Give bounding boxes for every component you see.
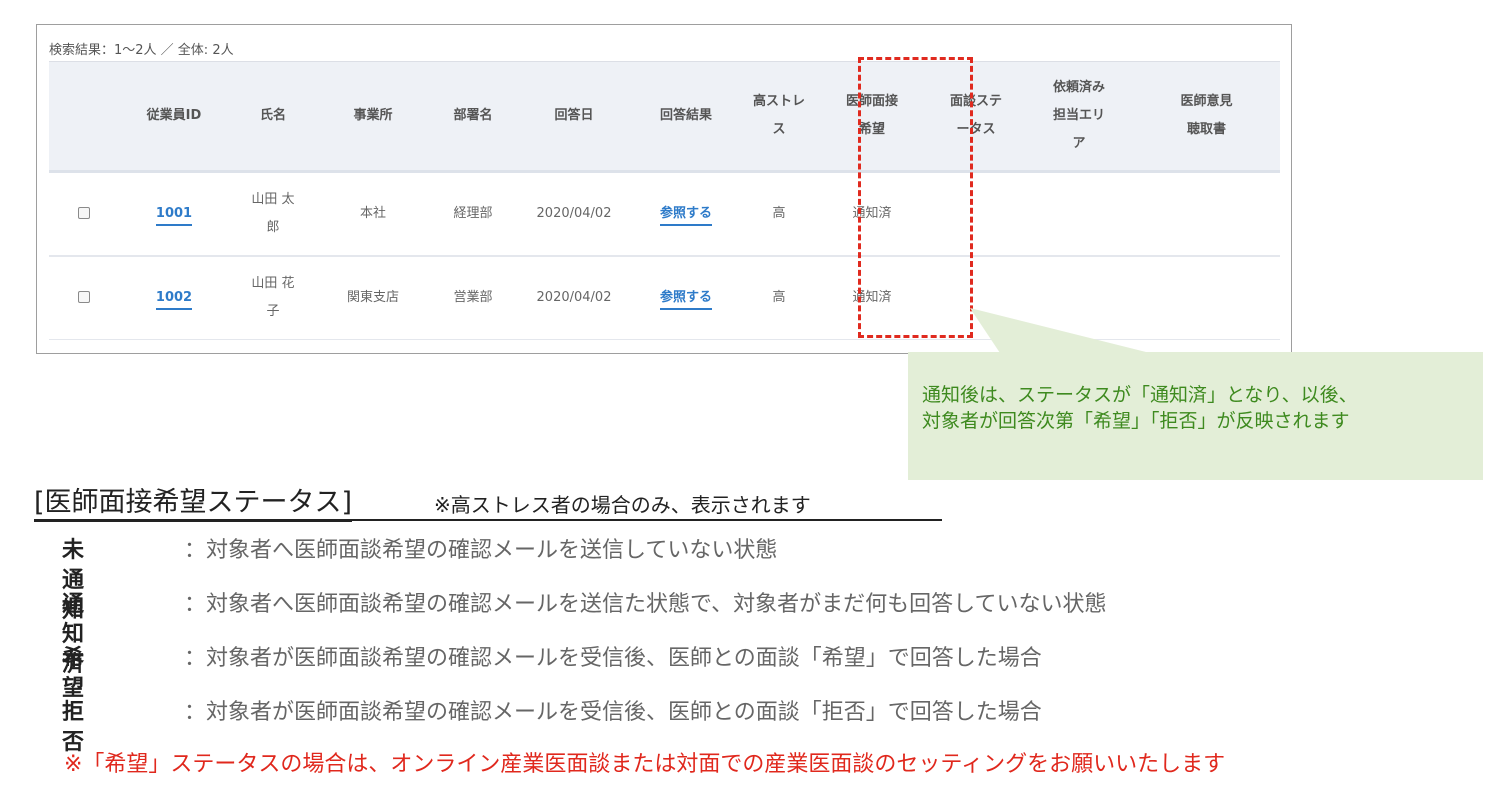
doctor-interview-column-highlight — [858, 57, 973, 338]
view-answer-link[interactable]: 参照する — [659, 204, 712, 226]
col-header-office[interactable]: 事業所 — [317, 61, 429, 173]
doctor-opinion-cell — [1133, 171, 1280, 257]
assigned-area-cell — [1025, 255, 1133, 340]
employee-id-link[interactable]: 1001 — [155, 204, 193, 226]
col-header-answer-result[interactable]: 回答結果 — [631, 61, 741, 173]
status-description: ：対象者へ医師面談希望の確認メールを送信た状態で、対象者がまだ何も回答していない… — [184, 592, 1107, 617]
status-term: 拒否 — [62, 700, 85, 755]
answer-date-cell: 2020/04/02 — [517, 171, 631, 257]
col-header-checkbox — [49, 61, 119, 173]
row-checkbox[interactable] — [78, 207, 90, 220]
view-answer-link[interactable]: 参照する — [659, 288, 712, 310]
row-checkbox[interactable] — [78, 291, 90, 304]
callout-line-2: 対象者が回答次第「希望」「拒否」が反映されます — [922, 410, 1350, 432]
office-cell: 関東支店 — [317, 255, 429, 340]
legend-underline — [34, 519, 942, 521]
employee-table: 従業員ID 氏名 事業所 部署名 回答日 回答結果 高ストレス 医師面接 希望 面… — [49, 61, 1280, 340]
table-row: 1002 山田 花子 関東支店 営業部 2020/04/02 参照する 高 通知… — [49, 255, 1280, 340]
status-description: ：対象者が医師面談希望の確認メールを受信後、医師との面談「拒否」で回答した場合 — [184, 700, 1042, 725]
office-cell: 本社 — [317, 171, 429, 257]
high-stress-cell: 高 — [741, 255, 817, 340]
high-stress-cell: 高 — [741, 171, 817, 257]
status-term: 希望 — [62, 646, 85, 701]
col-header-assigned-area[interactable]: 依頼済み 担当エリア — [1025, 61, 1133, 173]
page: 検索結果：1～2人 ／ 全体: 2人 従業員ID 氏名 事業所 部署名 回答日 … — [0, 0, 1494, 806]
footnote: ※「希望」ステータスの場合は、オンライン産業医面談または対面での産業医面談のセッ… — [64, 752, 1226, 777]
col-header-department[interactable]: 部署名 — [429, 61, 517, 173]
legend-title: [医師面接希望ステータス] — [34, 486, 353, 522]
notification-callout: 通知後は、ステータスが「通知済」となり、以後、 対象者が回答次第「希望」「拒否」… — [908, 352, 1483, 480]
employee-name: 山田 花子 — [229, 255, 317, 340]
employee-name: 山田 太郎 — [229, 171, 317, 257]
employee-table-panel: 検索結果：1～2人 ／ 全体: 2人 従業員ID 氏名 事業所 部署名 回答日 … — [36, 24, 1292, 354]
callout-line-1: 通知後は、ステータスが「通知済」となり、以後、 — [922, 384, 1358, 406]
col-header-answer-date[interactable]: 回答日 — [517, 61, 631, 173]
table-header-row: 従業員ID 氏名 事業所 部署名 回答日 回答結果 高ストレス 医師面接 希望 面… — [49, 61, 1280, 173]
answer-date-cell: 2020/04/02 — [517, 255, 631, 340]
department-cell: 営業部 — [429, 255, 517, 340]
table-row: 1001 山田 太郎 本社 経理部 2020/04/02 参照する 高 通知済 — [49, 171, 1280, 257]
assigned-area-cell — [1025, 171, 1133, 257]
legend-note: ※高ストレス者の場合のみ、表示されます — [434, 493, 811, 517]
col-header-name[interactable]: 氏名 — [229, 61, 317, 173]
status-description: ：対象者が医師面談希望の確認メールを受信後、医師との面談「希望」で回答した場合 — [184, 646, 1042, 671]
doctor-opinion-cell — [1133, 255, 1280, 340]
status-description: ：対象者へ医師面談希望の確認メールを送信していない状態 — [184, 538, 778, 563]
col-header-employee-id[interactable]: 従業員ID — [119, 61, 229, 173]
employee-id-link[interactable]: 1002 — [155, 288, 193, 310]
department-cell: 経理部 — [429, 171, 517, 257]
search-result-count: 検索結果：1～2人 ／ 全体: 2人 — [49, 43, 234, 58]
col-header-doctor-opinion[interactable]: 医師意見 聴取書 — [1133, 61, 1280, 173]
col-header-high-stress[interactable]: 高ストレス — [741, 61, 817, 173]
